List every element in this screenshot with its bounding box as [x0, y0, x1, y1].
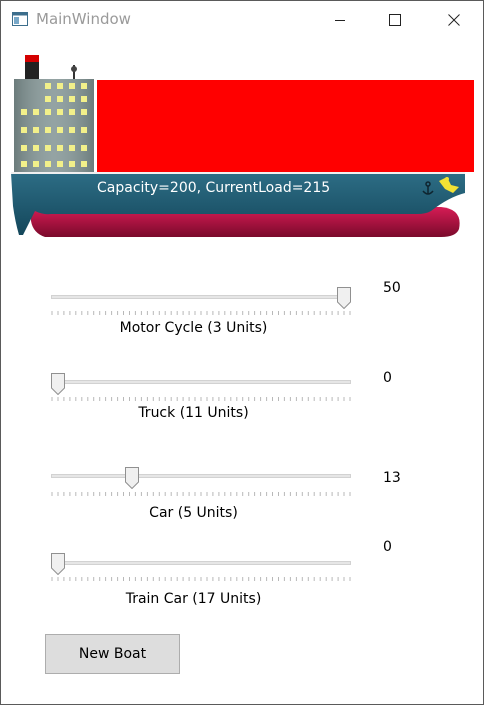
slider-motor-cycle[interactable]: 50 Motor Cycle (3 Units) — [1, 277, 483, 347]
new-boat-button[interactable]: New Boat — [45, 634, 180, 674]
cargo-load — [97, 80, 474, 172]
slider-car[interactable]: 13 Car (5 Units) — [1, 467, 483, 537]
slider-label: Train Car (17 Units) — [125, 591, 262, 607]
slider-ticks — [51, 492, 351, 496]
slider-ticks — [51, 397, 351, 401]
title-bar[interactable]: MainWindow — [1, 1, 483, 39]
slider-track[interactable] — [51, 380, 351, 384]
ship-illustration — [11, 55, 474, 237]
slider-truck[interactable]: 0 Truck (11 Units) — [1, 367, 483, 437]
slider-value: 0 — [383, 539, 392, 555]
slider-ticks — [51, 577, 351, 581]
minimize-button[interactable] — [317, 1, 363, 39]
slider-value: 13 — [383, 470, 401, 486]
slider-track[interactable] — [51, 295, 351, 299]
close-button[interactable] — [431, 1, 477, 39]
maximize-icon — [389, 14, 401, 26]
slider-label: Motor Cycle (3 Units) — [119, 320, 268, 336]
slider-thumb[interactable] — [51, 373, 65, 395]
slider-value: 0 — [383, 370, 392, 386]
slider-track[interactable] — [51, 561, 351, 565]
slider-value: 50 — [383, 280, 401, 296]
window-title: MainWindow — [36, 10, 131, 28]
slider-ticks — [51, 311, 351, 315]
slider-thumb[interactable] — [51, 553, 65, 575]
slider-thumb[interactable] — [125, 467, 140, 489]
window-app-icon — [12, 12, 28, 26]
maximize-button[interactable] — [372, 1, 418, 39]
minimize-icon — [335, 20, 345, 21]
slider-train-car[interactable]: 0 Train Car (17 Units) — [1, 537, 483, 607]
slider-label: Car (5 Units) — [149, 505, 238, 521]
close-icon — [448, 14, 460, 26]
capacity-text: Capacity=200, CurrentLoad=215 — [97, 180, 331, 196]
slider-label: Truck (11 Units) — [138, 405, 249, 421]
slider-thumb[interactable] — [337, 287, 351, 309]
main-window: MainWindow Capacity=200, CurrentLoad=215… — [0, 0, 484, 705]
slider-track[interactable] — [51, 474, 351, 478]
